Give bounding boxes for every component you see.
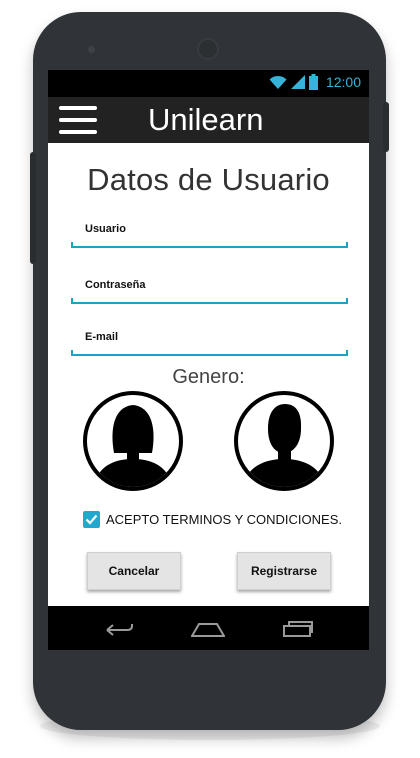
volume-button bbox=[30, 152, 36, 264]
power-button bbox=[383, 102, 389, 152]
username-field[interactable]: Usuario bbox=[71, 223, 348, 248]
front-camera bbox=[197, 38, 219, 60]
username-underline bbox=[71, 242, 348, 248]
status-icons: 12:00 bbox=[269, 74, 361, 90]
status-time: 12:00 bbox=[325, 74, 361, 90]
email-label: E-mail bbox=[85, 331, 119, 343]
page-title: Datos de Usuario bbox=[87, 162, 330, 197]
male-avatar-icon[interactable] bbox=[234, 391, 334, 491]
terms-label: ACEPTO TERMINOS Y CONDICIONES. bbox=[106, 512, 342, 527]
recent-apps-icon[interactable] bbox=[282, 616, 314, 640]
cancel-button[interactable]: Cancelar bbox=[87, 552, 181, 590]
email-field[interactable]: E-mail bbox=[71, 331, 348, 356]
password-underline bbox=[71, 298, 348, 304]
register-button[interactable]: Registrarse bbox=[237, 552, 331, 590]
email-underline bbox=[71, 350, 348, 356]
app-bar: Unilearn bbox=[48, 97, 369, 143]
terms-checkbox[interactable] bbox=[83, 511, 100, 528]
checkmark-icon bbox=[85, 514, 98, 525]
battery-icon bbox=[308, 74, 318, 90]
home-icon[interactable] bbox=[191, 616, 225, 640]
sensor-dot bbox=[88, 46, 95, 53]
username-label: Usuario bbox=[85, 223, 126, 235]
signal-icon bbox=[290, 75, 305, 89]
hamburger-menu-icon[interactable] bbox=[59, 106, 97, 134]
password-label: Contraseña bbox=[85, 279, 146, 291]
wifi-icon bbox=[269, 75, 287, 89]
app-title: Unilearn bbox=[148, 102, 264, 137]
gender-label: Genero: bbox=[172, 366, 245, 388]
female-avatar-icon[interactable] bbox=[83, 391, 183, 491]
navigation-bar bbox=[48, 606, 369, 650]
password-field[interactable]: Contraseña bbox=[71, 279, 348, 304]
phone-screen: 12:00 Unilearn Datos de Usuario Usuario … bbox=[48, 70, 369, 650]
status-bar: 12:00 bbox=[48, 70, 369, 97]
back-icon[interactable] bbox=[103, 616, 135, 640]
